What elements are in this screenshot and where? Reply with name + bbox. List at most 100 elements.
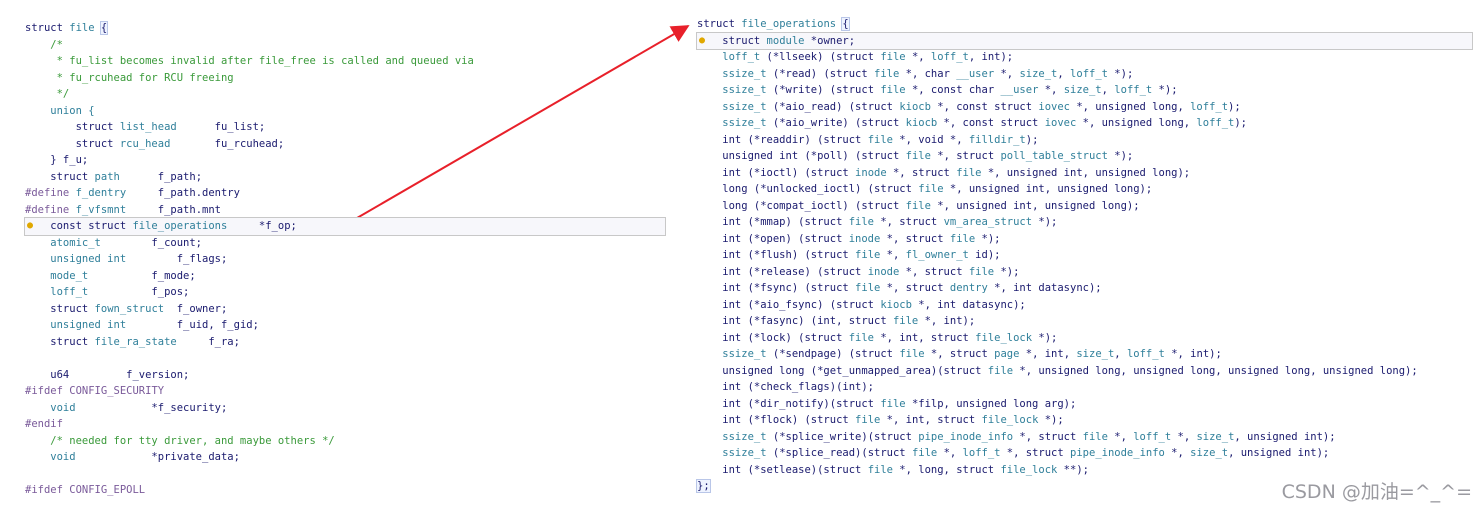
code-token: ); (1025, 133, 1039, 146)
code-token: file (987, 364, 1014, 377)
code-token: file (848, 216, 875, 228)
code-token: file (918, 183, 944, 195)
code-token: *, struct (924, 348, 995, 360)
code-line: unsigned int (*poll) (struct file *, str… (697, 148, 1472, 165)
struct-file-code-panel: struct file { /* * fu_list becomes inval… (24, 20, 666, 499)
code-token: struct (25, 335, 95, 348)
code-line: int (*open) (struct inode *, struct file… (697, 231, 1472, 248)
code-line: long (*unlocked_ioctl) (struct file *, u… (697, 181, 1472, 198)
code-token: file (1082, 430, 1108, 443)
code-token: *); (1107, 150, 1134, 162)
code-token: rcu_head (119, 137, 171, 150)
code-token: void (25, 451, 76, 463)
code-token: file (892, 315, 919, 327)
code-token: loff_t (1126, 348, 1165, 360)
code-token: dentry (949, 282, 988, 294)
code-token: kiocb (899, 100, 931, 113)
code-line: struct file_ra_state f_ra; (25, 334, 665, 351)
code-token: int (*aio_fsync) (struct (697, 298, 881, 311)
code-token: *, char (899, 67, 957, 80)
code-token: (*splice_read)(struct (766, 447, 912, 459)
code-token: list_head (119, 121, 177, 133)
code-token: *, (880, 249, 906, 261)
code-token: inode (848, 232, 881, 245)
code-token: f_count; (100, 236, 203, 249)
code-token: int (*check_flags)(int); (697, 381, 875, 393)
code-token: { (841, 17, 850, 31)
code-line: ● struct module *owner; (696, 31, 1473, 50)
code-line: * fu_rcuhead for RCU freeing (25, 70, 665, 87)
code-token: fown_struct (94, 302, 165, 315)
code-line: int (*lock) (struct file *, int, struct … (697, 330, 1472, 347)
code-line: loff_t f_pos; (25, 284, 665, 301)
code-token: long (*unlocked_ioctl) (struct (697, 183, 919, 195)
code-token: }; (696, 479, 711, 493)
code-token: *, int); (1164, 348, 1222, 360)
code-token: int (*flush) (struct (697, 249, 856, 261)
code-token: *, unsigned long, (1070, 100, 1191, 113)
code-line: int (*readdir) (struct file *, void *, f… (697, 132, 1472, 149)
code-token: unsigned long (*get_unmapped_area)(struc… (697, 364, 988, 377)
code-token: pipe_inode_info (918, 430, 1014, 443)
code-token: file (855, 249, 881, 261)
code-token: file_operations (132, 220, 228, 232)
code-line: union { (25, 103, 665, 120)
code-token: int (*mmap) (struct (697, 216, 849, 228)
code-token: inode (855, 166, 887, 179)
code-token: , (1114, 348, 1127, 360)
code-token: int (*ioctl) (struct (697, 166, 856, 179)
code-token: ssize_t (697, 84, 767, 96)
code-token: *, struct (874, 216, 944, 228)
code-token: * fu_rcuhead for RCU freeing (25, 71, 234, 84)
code-token: *, (905, 51, 931, 63)
code-token: inode (867, 265, 900, 278)
code-token: file (905, 150, 931, 162)
code-token: /* needed for tty driver, and maybe othe… (25, 434, 335, 447)
code-token: * fu_list becomes invalid after file_fre… (25, 55, 474, 67)
code-line: mode_t f_mode; (25, 268, 665, 285)
code-token: *, int); (918, 315, 976, 327)
code-token: f_path.dentry (126, 187, 240, 199)
code-line: void *private_data; (25, 449, 665, 466)
code-line: int (*ioctl) (struct inode *, struct fil… (697, 165, 1472, 182)
code-token: *, (1107, 430, 1134, 443)
code-token: file (880, 397, 906, 410)
code-token: unsigned int (25, 253, 127, 265)
code-line: unsigned long (*get_unmapped_area)(struc… (697, 363, 1472, 380)
code-token: f_path.mnt (126, 203, 221, 216)
code-token: *, struct (899, 265, 969, 278)
code-token: *, (937, 447, 963, 459)
code-token: *, int, (1019, 348, 1077, 360)
code-token: (*aio_write) (struct (766, 117, 906, 129)
code-token: *owner; (804, 34, 856, 47)
code-token: *, long, struct (892, 463, 1001, 476)
code-line: int (*fsync) (struct file *, struct dent… (697, 280, 1472, 297)
code-token: *); (975, 232, 1001, 245)
code-token: fl_owner_t (905, 249, 969, 261)
code-line: * fu_list becomes invalid after file_fre… (25, 53, 665, 70)
code-token: union { (25, 104, 95, 117)
code-token: iovec (1044, 117, 1077, 129)
code-token: loff_t (962, 447, 1001, 459)
code-token: f_vfsmnt (75, 203, 127, 216)
code-token: f_mode; (88, 269, 196, 282)
code-token: long (*compat_ioctl) (struct (697, 199, 906, 212)
code-token: iovec (1038, 100, 1070, 113)
code-token: *, const char (905, 84, 1001, 96)
code-token: /* (25, 38, 63, 51)
code-line: u64 f_version; (25, 367, 665, 384)
code-token: *, (1164, 447, 1191, 459)
code-line: ssize_t (*splice_read)(struct file *, lo… (697, 445, 1472, 462)
code-token: unsigned int (25, 319, 127, 331)
code-token: *); (1107, 67, 1134, 80)
code-token: *, struct (1000, 447, 1071, 459)
code-token: file (956, 166, 982, 179)
code-line: } f_u; (25, 152, 665, 169)
code-token: struct (697, 34, 767, 47)
code-token: *, struct (886, 166, 957, 179)
code-token: file (949, 232, 976, 245)
code-line: struct rcu_head fu_rcuhead; (25, 136, 665, 153)
code-line: ● const struct file_operations *f_op; (24, 217, 666, 236)
code-token: , (1101, 84, 1115, 96)
